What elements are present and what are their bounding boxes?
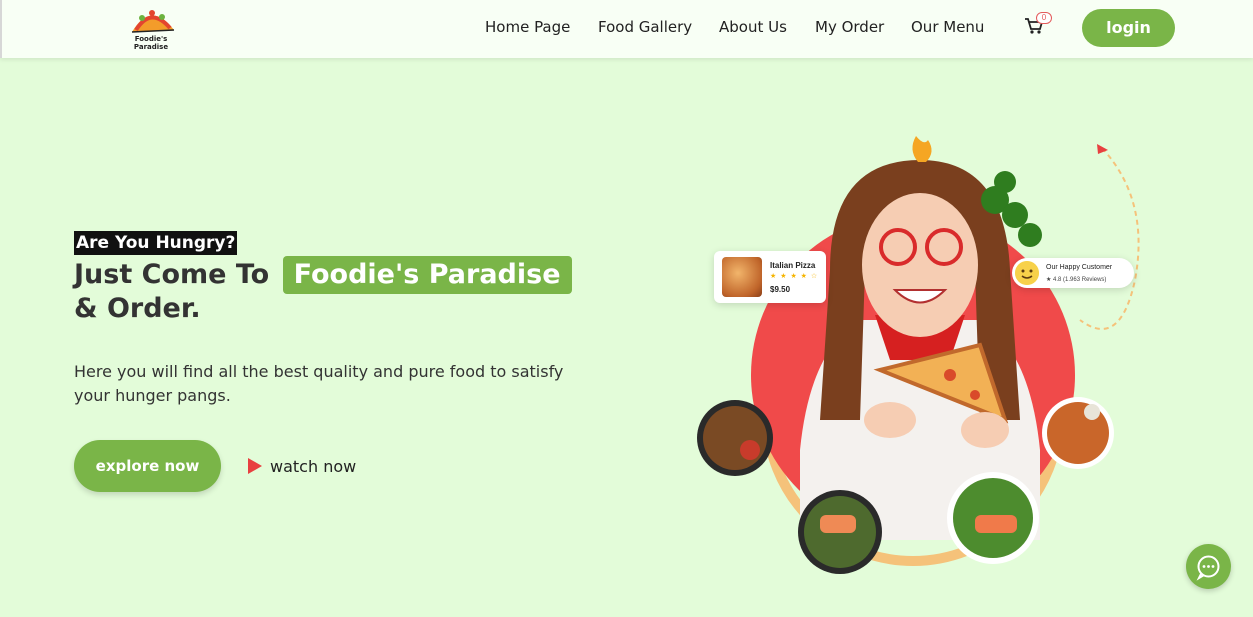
customer-rating: ★ 4.8 (1.963 Reviews) <box>1046 277 1107 283</box>
hero-eyebrow: Are You Hungry? <box>74 231 238 255</box>
cart-count-badge: 0 <box>1036 12 1052 24</box>
watch-now-label: watch now <box>270 456 357 476</box>
happy-customer-card: Our Happy Customer ★ 4.8 (1.963 Reviews) <box>1012 258 1134 288</box>
arrow-head-icon <box>1097 144 1108 154</box>
headline-brand-pill: Foodie's Paradise <box>282 256 572 294</box>
smiley-icon <box>1015 261 1039 285</box>
play-icon <box>248 458 262 474</box>
headline-suffix: & Order. <box>74 293 201 324</box>
customer-card-title: Our Happy Customer <box>1046 264 1113 271</box>
hero-description: Here you will find all the best quality … <box>74 362 564 405</box>
watch-now-link[interactable]: watch now <box>248 454 356 478</box>
chat-button[interactable] <box>1186 544 1231 589</box>
chat-icon <box>1196 555 1220 581</box>
headline-prefix: Just Come To <box>74 259 270 290</box>
top-nav: Foodie's Paradise Home Page Food Gallery… <box>0 0 1253 58</box>
login-button[interactable]: login <box>1082 9 1175 47</box>
pizza-price: $9.50 <box>770 285 791 294</box>
hero-illustration <box>697 136 1140 574</box>
explore-now-button[interactable]: explore now <box>74 440 221 492</box>
taco-logo-icon <box>131 10 175 33</box>
hero-headline: Just Come To Foodie's Paradise <box>74 256 572 294</box>
pizza-title: Italian Pizza <box>770 261 816 270</box>
nav-link-about[interactable]: About Us <box>719 18 787 36</box>
nav-link-home[interactable]: Home Page <box>485 18 570 36</box>
nav-link-my-order[interactable]: My Order <box>815 18 884 36</box>
brand-name: Foodie's Paradise <box>133 35 169 51</box>
nav-link-menu[interactable]: Our Menu <box>911 18 984 36</box>
star-icon: ★ ★ ★ ★ ☆ <box>770 273 819 280</box>
brand-logo[interactable]: Foodie's Paradise <box>118 4 184 51</box>
fire-icon <box>912 136 932 162</box>
nav-link-food-gallery[interactable]: Food Gallery <box>598 18 692 36</box>
pizza-thumbnail <box>722 257 762 297</box>
italian-pizza-card[interactable]: Italian Pizza ★ ★ ★ ★ ☆ $9.50 <box>714 251 826 303</box>
